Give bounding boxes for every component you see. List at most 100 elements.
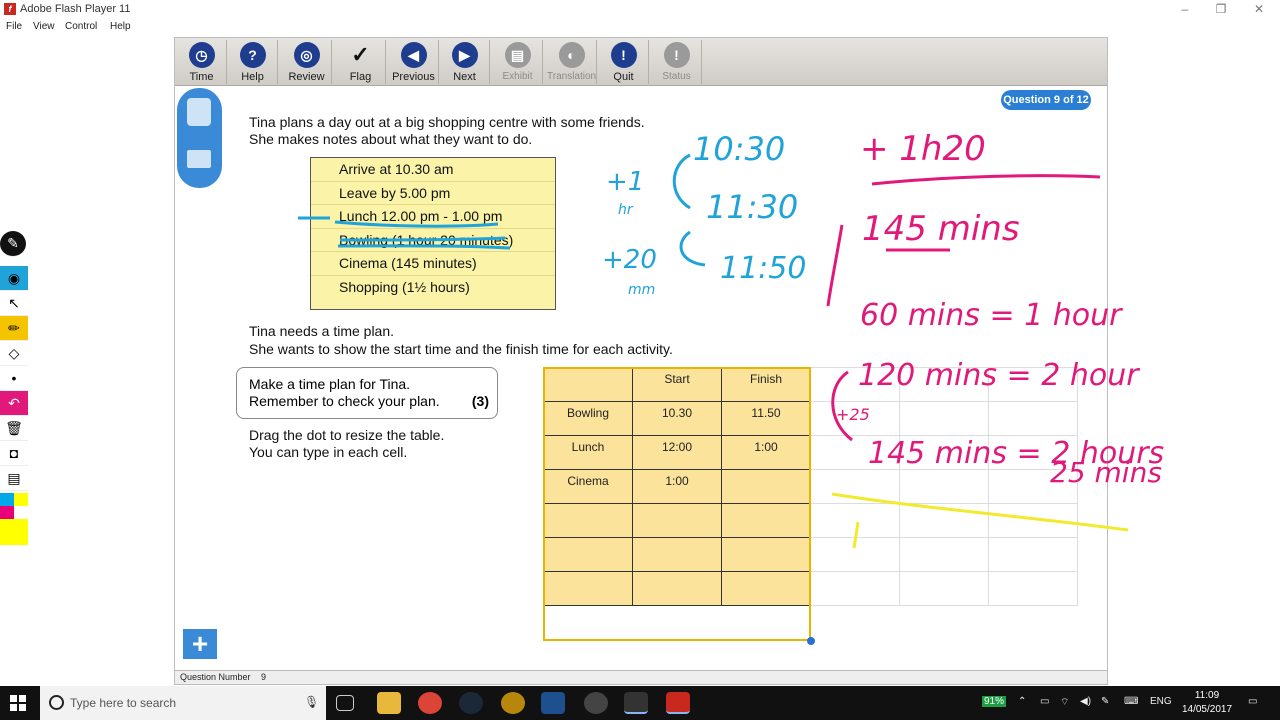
table-cell[interactable] xyxy=(988,367,1078,402)
exhibit-button[interactable]: ▤ Exhibit xyxy=(493,40,543,84)
tray-keyboard-icon[interactable]: ⌨ xyxy=(1124,696,1138,707)
table-cell[interactable] xyxy=(632,571,722,606)
ruler-icon[interactable] xyxy=(187,150,211,168)
menu-control[interactable]: Control xyxy=(65,21,97,32)
table-cell[interactable]: Cinema xyxy=(543,469,633,504)
table-cell[interactable] xyxy=(721,469,811,504)
undo-icon[interactable]: ↶ xyxy=(0,391,28,416)
tray-pen-icon[interactable]: ✎ xyxy=(1101,696,1109,707)
translation-button[interactable]: ◐ Translation xyxy=(547,40,597,84)
tray-volume-icon[interactable]: ◀) xyxy=(1080,696,1091,707)
menu-help[interactable]: Help xyxy=(110,21,131,32)
table-cell[interactable] xyxy=(721,537,811,572)
add-button[interactable]: + xyxy=(183,629,217,659)
status-button[interactable]: ! Status xyxy=(652,40,702,84)
task-view-icon[interactable] xyxy=(336,695,354,711)
table-cell[interactable] xyxy=(810,367,900,402)
table-cell[interactable]: Finish xyxy=(721,367,811,402)
next-button[interactable]: ▶ Next xyxy=(440,40,490,84)
table-cell[interactable] xyxy=(721,571,811,606)
dot-size-icon[interactable]: • xyxy=(0,366,28,391)
pen-app-icon[interactable] xyxy=(624,692,648,714)
table-cell[interactable]: Start xyxy=(632,367,722,402)
menu-view[interactable]: View xyxy=(33,21,55,32)
table-cell[interactable] xyxy=(543,503,633,538)
table-cell[interactable] xyxy=(899,469,989,504)
table-cell[interactable] xyxy=(810,469,900,504)
table-cell[interactable] xyxy=(899,401,989,436)
calculator-icon[interactable] xyxy=(187,98,211,126)
time-button[interactable]: ◷ Time xyxy=(177,40,227,84)
table-cell[interactable] xyxy=(810,537,900,572)
tray-chevron-icon[interactable]: ⌃ xyxy=(1018,696,1026,707)
flag-button[interactable]: ✓ Flag xyxy=(336,40,386,84)
table-cell[interactable] xyxy=(899,367,989,402)
tray-language[interactable]: ENG xyxy=(1150,696,1172,707)
table-cell[interactable] xyxy=(543,367,633,402)
previous-button[interactable]: ◀ Previous xyxy=(389,40,439,84)
help-button[interactable]: ? Help xyxy=(228,40,278,84)
table-cell[interactable] xyxy=(543,571,633,606)
game-app-icon[interactable] xyxy=(501,692,525,714)
chrome-icon[interactable] xyxy=(418,692,442,714)
table-cell[interactable] xyxy=(899,537,989,572)
table-cell[interactable]: Lunch xyxy=(543,435,633,470)
table-cell[interactable]: 1:00 xyxy=(721,435,811,470)
camera-icon[interactable]: ◘ xyxy=(0,441,28,466)
table-cell[interactable] xyxy=(810,571,900,606)
minimize-button[interactable]: – xyxy=(1175,2,1195,16)
review-button[interactable]: ◎ Review xyxy=(282,40,332,84)
close-button[interactable]: ✕ xyxy=(1249,2,1269,16)
table-cell[interactable] xyxy=(632,503,722,538)
flash-player-taskbar-icon[interactable] xyxy=(666,692,690,714)
restore-button[interactable]: ❐ xyxy=(1211,2,1231,16)
eye-icon[interactable]: ◉ xyxy=(0,266,28,291)
table-cell[interactable]: 10.30 xyxy=(632,401,722,436)
table-cell[interactable] xyxy=(988,435,1078,470)
page-icon[interactable]: ▤ xyxy=(0,466,28,491)
table-cell[interactable] xyxy=(988,401,1078,436)
question-number-label: Question Number xyxy=(180,672,251,682)
table-cell[interactable] xyxy=(899,571,989,606)
eraser-icon[interactable]: ◇ xyxy=(0,341,28,366)
windows-start-icon[interactable] xyxy=(10,695,26,711)
action-center-icon[interactable]: ▭ xyxy=(1248,696,1257,707)
intro-line-2: She makes notes about what they want to … xyxy=(249,131,533,147)
palette-swatch-yellow-large[interactable] xyxy=(0,519,28,545)
table-cell[interactable] xyxy=(988,503,1078,538)
table-cell[interactable] xyxy=(899,503,989,538)
table-cell[interactable]: 12:00 xyxy=(632,435,722,470)
table-cell[interactable]: 1:00 xyxy=(632,469,722,504)
table-cell[interactable] xyxy=(810,401,900,436)
steam-icon[interactable] xyxy=(459,692,483,714)
table-cell[interactable] xyxy=(899,435,989,470)
palette-swatch-cyan[interactable] xyxy=(0,493,14,506)
table-cell[interactable] xyxy=(988,469,1078,504)
table-cell[interactable] xyxy=(543,537,633,572)
launcher-app-icon[interactable] xyxy=(541,692,565,714)
media-app-icon[interactable] xyxy=(584,692,608,714)
table-cell[interactable] xyxy=(988,571,1078,606)
trash-icon[interactable]: 🗑 xyxy=(0,416,28,441)
table-cell[interactable] xyxy=(988,537,1078,572)
menu-file[interactable]: File xyxy=(6,21,22,32)
table-resize-handle[interactable] xyxy=(807,637,815,645)
pencil-icon[interactable]: ✏ xyxy=(0,316,28,341)
table-cell[interactable] xyxy=(721,503,811,538)
palette-swatch-yellow[interactable] xyxy=(14,493,28,506)
table-cell[interactable] xyxy=(632,537,722,572)
table-cell[interactable] xyxy=(810,503,900,538)
table-cell[interactable]: Bowling xyxy=(543,401,633,436)
quit-button[interactable]: ! Quit xyxy=(599,40,649,84)
taskbar-clock[interactable]: 11:09 14/05/2017 xyxy=(1180,689,1234,717)
palette-swatch-magenta[interactable] xyxy=(0,506,14,519)
pointer-icon[interactable]: ↖ xyxy=(0,291,28,316)
file-explorer-icon[interactable] xyxy=(377,692,401,714)
taskbar-search[interactable]: Type here to search 🎙 xyxy=(40,686,326,720)
table-cell[interactable]: 11.50 xyxy=(721,401,811,436)
table-cell[interactable] xyxy=(810,435,900,470)
tray-wifi-icon[interactable]: ⌔ xyxy=(1060,696,1069,709)
pen-logo-icon[interactable]: ✎ xyxy=(0,231,26,257)
battery-indicator[interactable]: 91% xyxy=(982,696,1007,707)
tray-battery-icon[interactable]: ▭ xyxy=(1040,696,1049,707)
